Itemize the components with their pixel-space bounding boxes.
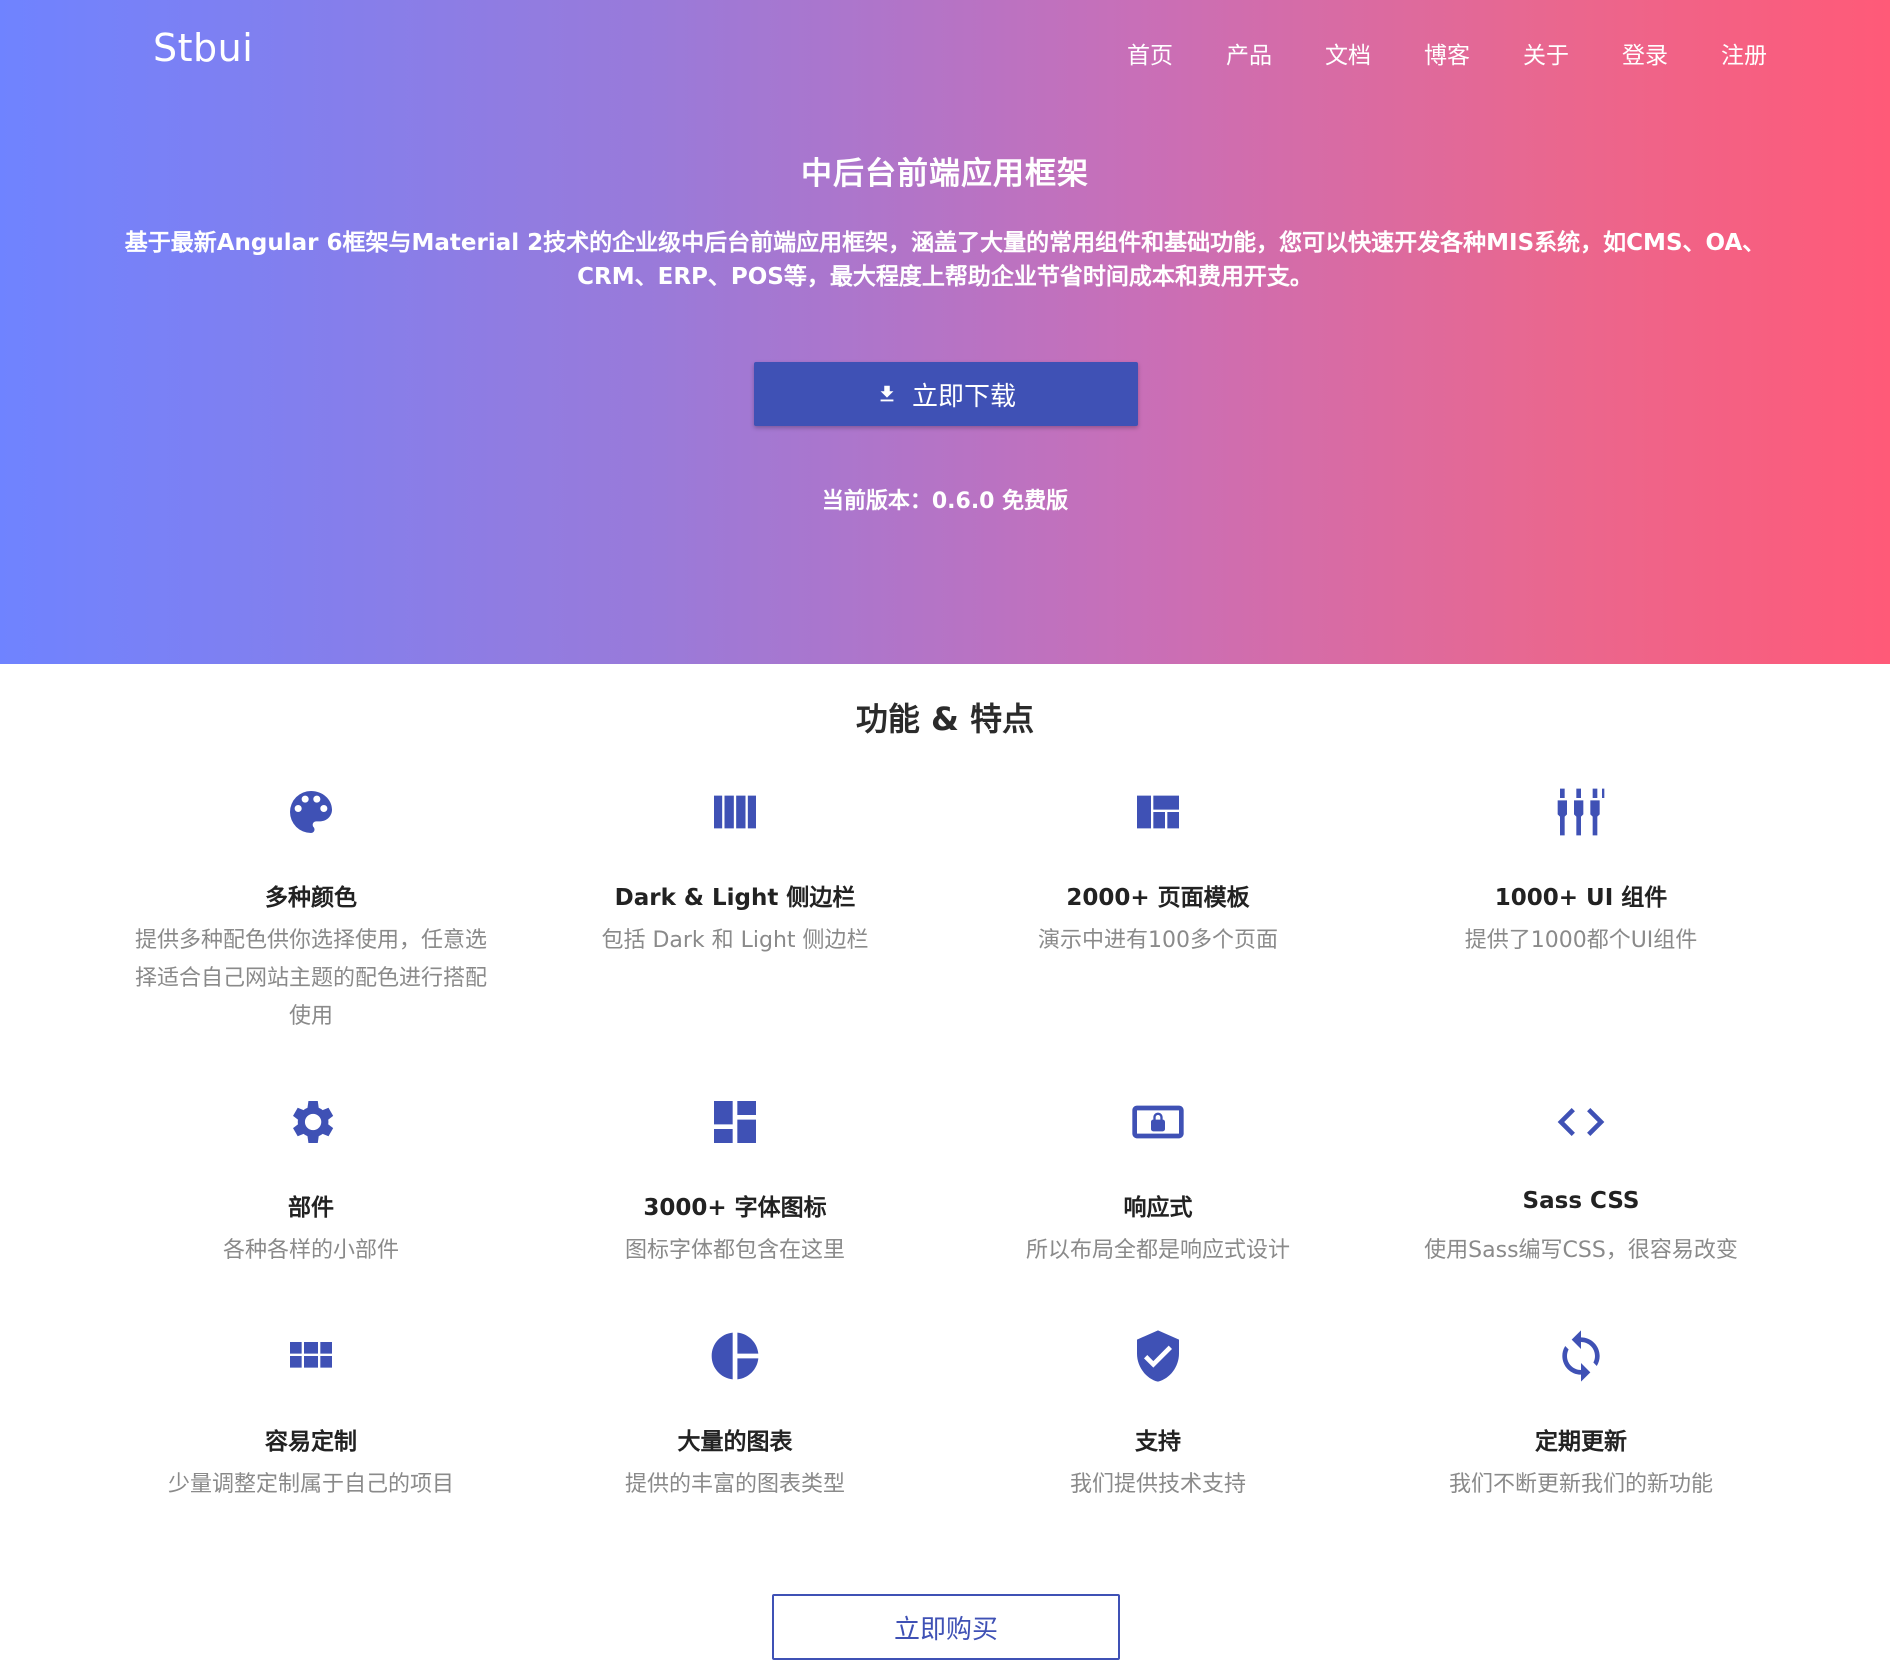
feature-desc: 图标字体都包含在这里 — [624, 1238, 845, 1263]
feature-desc: 我们提供技术支持 — [1069, 1472, 1246, 1497]
feature-title: 2000+ 页面模板 — [1066, 885, 1250, 911]
screen-lock-icon — [1128, 1092, 1188, 1152]
view-column-icon — [705, 782, 765, 842]
feature-desc: 演示中进有100多个页面 — [1038, 928, 1278, 953]
dashboard-icon — [705, 1092, 765, 1152]
download-button-label: 立即下载 — [911, 381, 1016, 412]
top-nav: 首页 产品 文档 博客 关于 登录 注册 — [1074, 36, 1767, 70]
palette-icon — [281, 782, 341, 842]
feature-desc: 所以布局全都是响应式设计 — [1025, 1238, 1290, 1263]
gear-icon — [281, 1092, 341, 1152]
feature-title: Sass CSS — [1522, 1188, 1640, 1214]
download-icon — [876, 382, 898, 406]
feature-title: 定期更新 — [1535, 1429, 1627, 1455]
nav-item-register[interactable]: 注册 — [1721, 36, 1767, 70]
feature-title: 响应式 — [1123, 1195, 1193, 1221]
pie-chart-icon — [705, 1326, 765, 1386]
nav-item-blog[interactable]: 博客 — [1424, 36, 1470, 70]
feature-desc: 提供多种配色供你选择使用，任意选择适合自己网站主题的配色进行搭配使用 — [134, 928, 487, 1029]
nav-item-docs[interactable]: 文档 — [1325, 36, 1371, 70]
feature-desc: 少量调整定制属于自己的项目 — [167, 1472, 454, 1497]
view-module-icon — [281, 1326, 341, 1386]
version-text: 当前版本：0.6.0 免费版 — [821, 489, 1069, 514]
feature-desc: 各种各样的小部件 — [222, 1238, 399, 1263]
code-icon — [1551, 1092, 1611, 1152]
feature-title: 1000+ UI 组件 — [1494, 885, 1668, 911]
brand-logo[interactable]: Stbui — [153, 26, 253, 70]
nav-item-home[interactable]: 首页 — [1127, 36, 1173, 70]
hero-description: 基于最新Angular 6框架与Material 2技术的企业级中后台前端应用框… — [124, 230, 1766, 290]
feature-desc: 提供的丰富的图表类型 — [624, 1472, 845, 1497]
shield-check-icon — [1128, 1326, 1188, 1386]
features-title: 功能 & 特点 — [855, 700, 1035, 738]
sync-icon — [1551, 1326, 1611, 1386]
download-button[interactable]: 立即下载 — [754, 362, 1138, 426]
nav-item-login[interactable]: 登录 — [1622, 36, 1668, 70]
feature-desc: 我们不断更新我们的新功能 — [1448, 1472, 1713, 1497]
feature-title: 大量的图表 — [677, 1429, 793, 1455]
feature-title: 3000+ 字体图标 — [643, 1195, 827, 1221]
hero-banner: Stbui 首页 产品 文档 博客 关于 登录 注册 中后台前端应用框架 基于最… — [0, 0, 1890, 664]
buy-now-button[interactable]: 立即购买 — [772, 1594, 1120, 1660]
feature-desc: 使用Sass编写CSS，很容易改变 — [1424, 1238, 1738, 1263]
settings-input-component-icon — [1551, 782, 1611, 842]
feature-title: 容易定制 — [265, 1429, 357, 1455]
view-quilt-icon — [1128, 782, 1188, 842]
nav-item-about[interactable]: 关于 — [1523, 36, 1569, 70]
nav-item-products[interactable]: 产品 — [1226, 36, 1272, 70]
feature-desc: 提供了1000都个UI组件 — [1464, 928, 1698, 953]
hero-title: 中后台前端应用框架 — [801, 156, 1089, 192]
feature-title: 支持 — [1135, 1429, 1181, 1455]
feature-title: 部件 — [288, 1195, 334, 1221]
feature-desc: 包括 Dark 和 Light 侧边栏 — [601, 928, 869, 953]
feature-title: Dark & Light 侧边栏 — [614, 885, 856, 911]
feature-title: 多种颜色 — [265, 885, 357, 911]
